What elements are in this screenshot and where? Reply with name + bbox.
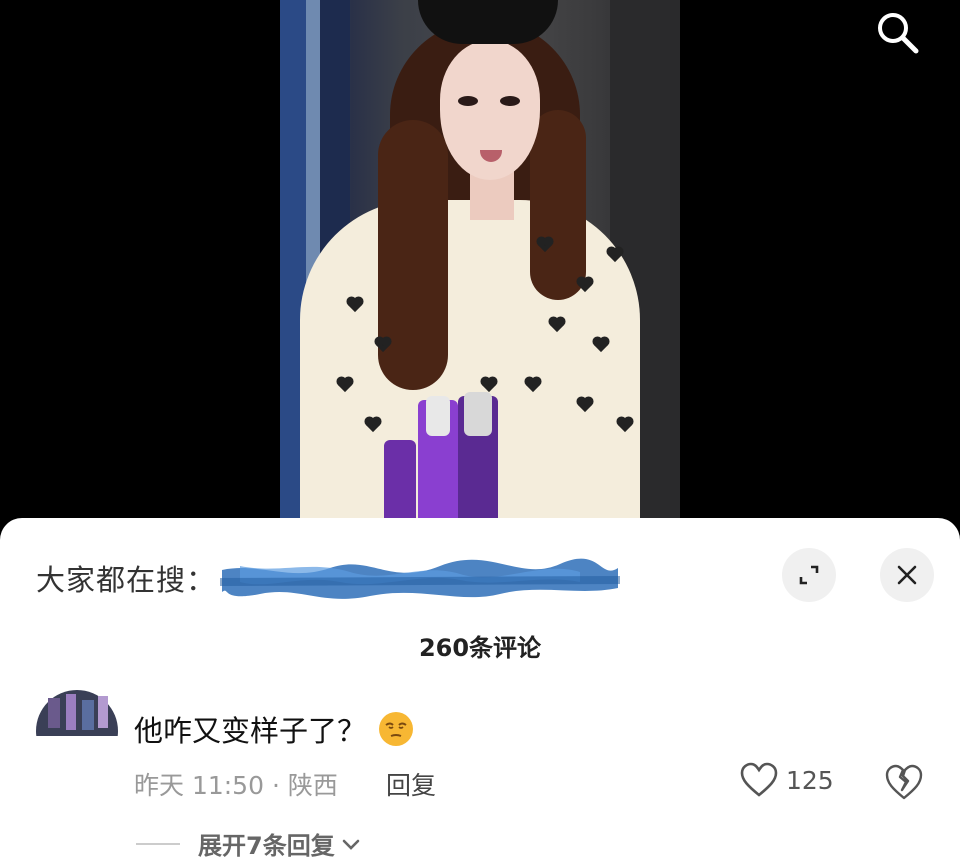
expand-button[interactable] (782, 548, 836, 602)
close-icon (897, 565, 917, 585)
comment-meta: 昨天 11:50 · 陕西 (134, 771, 338, 800)
expand-icon (799, 565, 819, 585)
dislike-button[interactable] (884, 762, 924, 802)
trending-label: 大家都在搜： (36, 563, 217, 597)
trending-search: 大家都在搜： (36, 556, 621, 600)
comment-body: 他咋又变样子了？ (134, 708, 414, 750)
video-frame (280, 0, 680, 540)
like-count: 125 (786, 765, 834, 795)
avatar[interactable] (36, 690, 118, 736)
close-button[interactable] (880, 548, 934, 602)
product-bottle (384, 440, 416, 530)
expand-replies[interactable]: 展开7条回复 (136, 826, 361, 857)
search-icon (878, 13, 919, 54)
broken-heart-icon (885, 764, 923, 800)
heart-outline-icon (740, 762, 778, 797)
trending-term-redacted[interactable] (220, 556, 621, 600)
smirk-emoji-icon (379, 712, 414, 746)
reply-button[interactable]: 回复 (386, 766, 436, 802)
comment-sheet: 大家都在搜： 260条评论 他咋又变样子了？ 昨天 11:50 · 陕西 回复 … (0, 518, 960, 857)
comment-count: 260条评论 (418, 634, 542, 662)
video-player[interactable] (0, 0, 960, 540)
person-face (440, 40, 540, 180)
expand-replies-label: 展开7条回复 (198, 832, 335, 857)
like-button[interactable]: 125 (740, 762, 834, 798)
search-button[interactable] (868, 8, 928, 56)
chevron-down-icon (342, 839, 360, 850)
comment-text: 他咋又变样子了？ (134, 714, 367, 748)
divider-line (136, 842, 180, 845)
